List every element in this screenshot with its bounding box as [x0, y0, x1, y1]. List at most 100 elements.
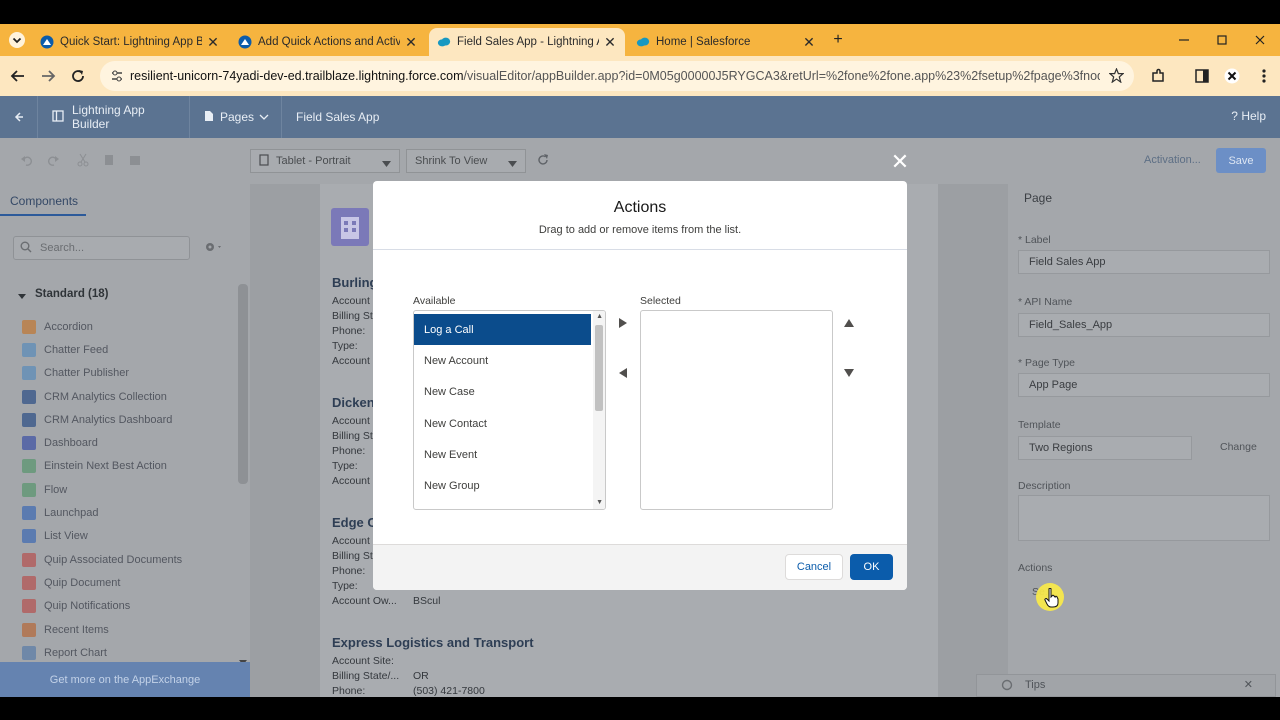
- bookmark-star-icon[interactable]: [1108, 67, 1125, 86]
- component-item[interactable]: Quip Document: [22, 571, 182, 594]
- change-template-link[interactable]: Change: [1220, 441, 1257, 453]
- app-builder-header: Lightning App Builder Pages Field Sales …: [0, 96, 1280, 138]
- component-icon: [22, 319, 36, 334]
- modal-close-icon[interactable]: ✕: [888, 149, 912, 174]
- forward-arrow-icon[interactable]: [36, 64, 60, 88]
- back-arrow-icon[interactable]: [6, 64, 30, 88]
- component-item[interactable]: Quip Associated Documents: [22, 548, 182, 571]
- cut-icon[interactable]: [76, 153, 90, 170]
- component-icon: [22, 599, 36, 614]
- browser-tab-home-salesforce[interactable]: Home | Salesforce ✕: [628, 28, 824, 56]
- site-info-icon[interactable]: [110, 69, 124, 86]
- move-down-icon[interactable]: [840, 364, 858, 382]
- component-search-input[interactable]: Search...: [13, 236, 190, 260]
- gear-icon[interactable]: [204, 241, 224, 256]
- available-action-option[interactable]: New Event: [414, 439, 591, 470]
- browser-menu-icon[interactable]: [1252, 64, 1276, 88]
- page-type-field-label: * Page Type: [1018, 357, 1076, 369]
- tab-components[interactable]: Components: [10, 194, 78, 208]
- available-action-option[interactable]: New Account: [414, 345, 591, 376]
- move-left-icon[interactable]: [614, 364, 632, 382]
- component-item[interactable]: List View: [22, 525, 182, 548]
- close-tab-icon[interactable]: ✕: [802, 34, 816, 51]
- minimize-icon[interactable]: [1172, 28, 1196, 52]
- cancel-button[interactable]: Cancel: [785, 554, 843, 580]
- available-action-option[interactable]: New Group: [414, 470, 591, 501]
- available-listbox[interactable]: Log a Call New Account New Case New Contact…: [413, 310, 606, 510]
- browser-tab-add-quick-actions[interactable]: Add Quick Actions and Activate ✕: [230, 28, 426, 56]
- scrollbar[interactable]: [238, 284, 248, 484]
- maximize-icon[interactable]: [1210, 28, 1234, 52]
- description-textarea[interactable]: [1018, 495, 1270, 541]
- available-action-option[interactable]: New Case: [414, 377, 591, 408]
- component-icon: [22, 412, 36, 427]
- close-tab-icon[interactable]: ✕: [404, 34, 418, 51]
- component-item[interactable]: Dashboard: [22, 431, 182, 454]
- new-tab-button[interactable]: +: [826, 28, 850, 52]
- address-bar[interactable]: resilient-unicorn-74yadi-dev-ed.trailbla…: [100, 61, 1134, 91]
- side-panel-icon[interactable]: [1190, 64, 1214, 88]
- close-icon[interactable]: ✕: [1244, 678, 1253, 691]
- page-icon: [204, 110, 214, 125]
- browser-tab-strip: Quick Start: Lightning App Builder ✕ Add…: [0, 24, 1280, 56]
- available-action-option[interactable]: Log a Call: [414, 314, 591, 346]
- field-label: Billing St: [332, 430, 373, 442]
- scroll-up-icon[interactable]: ▲: [596, 313, 603, 320]
- scroll-down-icon[interactable]: ▼: [596, 499, 603, 506]
- component-item[interactable]: Chatter Feed: [22, 338, 182, 361]
- component-item[interactable]: Flow: [22, 478, 182, 501]
- component-label: Accordion: [44, 320, 93, 333]
- component-item[interactable]: Recent Items: [22, 618, 182, 641]
- close-tab-icon[interactable]: ✕: [603, 34, 617, 51]
- copy-icon[interactable]: [102, 153, 116, 170]
- browser-tab-quick-start[interactable]: Quick Start: Lightning App Builder ✕: [32, 28, 228, 56]
- move-right-icon[interactable]: [614, 314, 632, 332]
- label-field-label: * Label: [1018, 234, 1051, 246]
- selected-listbox[interactable]: [640, 310, 833, 510]
- tips-panel[interactable]: Tips ✕: [976, 674, 1276, 697]
- properties-panel: Page * Label Field Sales App * API Name …: [976, 184, 1280, 697]
- label-input[interactable]: Field Sales App: [1018, 250, 1270, 274]
- component-item[interactable]: Quip Notifications: [22, 595, 182, 618]
- component-item[interactable]: Accordion: [22, 315, 182, 338]
- standard-section-header[interactable]: Standard (18): [35, 288, 109, 300]
- undo-icon[interactable]: [20, 153, 34, 170]
- refresh-icon[interactable]: [536, 153, 550, 170]
- device-select[interactable]: Tablet - Portrait: [250, 149, 400, 173]
- tab-search-icon[interactable]: [5, 28, 29, 52]
- ok-button[interactable]: OK: [850, 554, 893, 580]
- component-icon: [22, 622, 36, 637]
- appexchange-link[interactable]: Get more on the AppExchange: [0, 662, 250, 697]
- browser-tab-field-sales-app[interactable]: Field Sales App - Lightning App ✕: [429, 28, 625, 56]
- profile-icon[interactable]: [1220, 64, 1244, 88]
- close-tab-icon[interactable]: ✕: [206, 34, 220, 51]
- move-up-icon[interactable]: [840, 314, 858, 332]
- component-item[interactable]: Launchpad: [22, 501, 182, 524]
- component-label: Einstein Next Best Action: [44, 460, 167, 473]
- zoom-select[interactable]: Shrink To View: [406, 149, 526, 173]
- chevron-down-icon[interactable]: [17, 290, 27, 304]
- component-icon: [22, 436, 36, 451]
- api-name-input[interactable]: Field_Sales_App: [1018, 313, 1270, 337]
- component-item[interactable]: Report Chart: [22, 641, 182, 664]
- pages-menu[interactable]: Pages: [190, 96, 282, 138]
- redo-icon[interactable]: [46, 153, 60, 170]
- component-item[interactable]: CRM Analytics Dashboard: [22, 408, 182, 431]
- save-button[interactable]: Save: [1216, 148, 1266, 173]
- component-item[interactable]: CRM Analytics Collection: [22, 385, 182, 408]
- back-to-setup-button[interactable]: [0, 96, 38, 138]
- scroll-thumb[interactable]: [595, 325, 603, 411]
- component-item[interactable]: Einstein Next Best Action: [22, 455, 182, 478]
- available-action-option[interactable]: New Contact: [414, 408, 591, 439]
- field-label: Billing St: [332, 310, 373, 322]
- trailhead-icon: [40, 35, 54, 49]
- extensions-icon[interactable]: [1146, 64, 1170, 88]
- paste-icon[interactable]: [128, 153, 142, 170]
- reload-icon[interactable]: [66, 64, 90, 88]
- listbox-scrollbar[interactable]: ▲ ▼: [593, 311, 605, 509]
- component-item[interactable]: Chatter Publisher: [22, 362, 182, 385]
- close-window-icon[interactable]: [1248, 28, 1272, 52]
- activation-button[interactable]: Activation...: [1144, 154, 1201, 166]
- help-link[interactable]: ? Help: [1231, 109, 1266, 123]
- properties-title: Page: [1024, 191, 1053, 205]
